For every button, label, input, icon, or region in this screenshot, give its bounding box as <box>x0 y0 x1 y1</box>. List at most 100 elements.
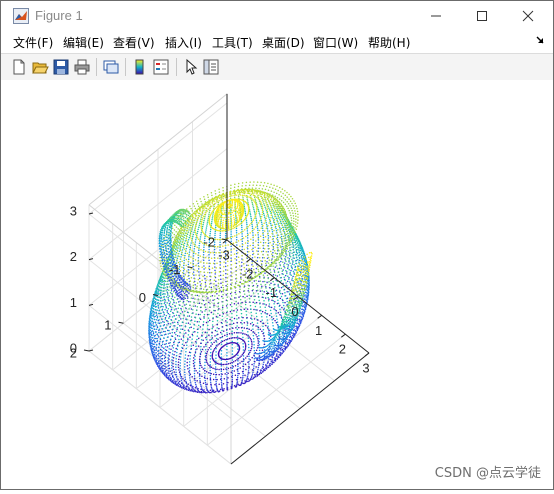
data-point <box>190 383 192 385</box>
menu-edit[interactable]: 编辑(E) <box>63 34 104 51</box>
data-point <box>218 279 220 281</box>
print-icon[interactable] <box>73 58 91 76</box>
data-point <box>250 295 252 297</box>
maximize-button[interactable] <box>459 1 505 31</box>
data-point <box>182 383 184 385</box>
data-point <box>188 261 190 263</box>
data-point <box>216 374 218 376</box>
data-point <box>276 318 278 320</box>
data-point <box>214 348 216 350</box>
link-plot-icon[interactable] <box>102 58 120 76</box>
data-point <box>189 336 191 338</box>
data-point <box>288 244 290 246</box>
data-point <box>189 251 191 253</box>
data-point <box>205 201 207 203</box>
data-point <box>198 321 200 323</box>
legend-icon[interactable] <box>152 58 170 76</box>
title-bar[interactable]: Figure 1 <box>1 1 553 31</box>
data-point <box>264 338 266 340</box>
data-point <box>148 337 150 339</box>
menu-help[interactable]: 帮助(H) <box>368 34 410 51</box>
menu-view[interactable]: 查看(V) <box>113 34 155 51</box>
data-point <box>302 258 304 260</box>
data-point <box>204 373 206 375</box>
data-point <box>203 292 205 294</box>
data-point <box>271 229 273 231</box>
data-point <box>158 291 160 293</box>
data-point <box>259 363 261 365</box>
colorbar-icon[interactable] <box>131 58 149 76</box>
data-point <box>220 379 222 381</box>
data-point <box>162 328 164 330</box>
data-point <box>162 287 164 289</box>
data-point <box>179 335 181 337</box>
data-point <box>197 328 199 330</box>
data-point <box>189 327 191 329</box>
data-point <box>186 248 188 250</box>
data-point <box>256 350 258 352</box>
data-point <box>232 347 234 349</box>
data-point <box>200 292 202 294</box>
data-point <box>210 355 212 357</box>
data-point <box>283 309 285 311</box>
data-point <box>231 376 233 378</box>
data-point <box>198 271 200 273</box>
data-point <box>159 329 161 331</box>
data-point <box>267 326 269 328</box>
data-point <box>152 325 154 327</box>
data-point <box>268 237 270 239</box>
menu-window[interactable]: 窗口(W) <box>313 34 358 51</box>
save-icon[interactable] <box>52 58 70 76</box>
data-point <box>280 348 282 350</box>
data-point <box>179 316 181 318</box>
data-point <box>207 325 209 327</box>
data-point <box>206 227 208 229</box>
data-point <box>148 330 150 332</box>
new-figure-icon[interactable] <box>10 58 28 76</box>
minimize-button[interactable] <box>413 1 459 31</box>
property-inspector-icon[interactable] <box>202 58 220 76</box>
data-point <box>176 384 178 386</box>
data-point <box>178 304 180 306</box>
data-point <box>279 222 281 224</box>
data-point <box>167 287 169 289</box>
data-point <box>263 329 265 331</box>
axes-3d[interactable]: -3-2-10123-2-10120123 <box>1 80 553 489</box>
data-point <box>268 262 270 264</box>
data-point <box>218 374 220 376</box>
data-point <box>245 380 247 382</box>
data-point <box>151 328 153 330</box>
select-arrow-icon[interactable] <box>182 58 200 76</box>
data-point <box>242 365 244 367</box>
data-point <box>257 290 259 292</box>
dock-arrow-icon[interactable] <box>535 35 545 45</box>
close-button[interactable] <box>505 1 551 31</box>
data-point <box>280 349 282 351</box>
data-point <box>289 258 291 260</box>
data-point <box>287 233 289 235</box>
data-point <box>176 355 178 357</box>
data-point <box>202 325 204 327</box>
data-point <box>205 282 207 284</box>
data-point <box>195 387 197 389</box>
data-point <box>158 332 160 334</box>
menu-insert[interactable]: 插入(I) <box>165 34 202 51</box>
data-point <box>248 354 250 356</box>
menu-desktop[interactable]: 桌面(D) <box>262 34 305 51</box>
figure-canvas[interactable]: -3-2-10123-2-10120123 <box>1 80 553 489</box>
data-point <box>290 215 292 217</box>
data-point <box>199 381 201 383</box>
data-point <box>227 377 229 379</box>
data-point <box>242 330 244 332</box>
data-point <box>187 276 189 278</box>
data-point <box>253 363 255 365</box>
data-point <box>183 275 185 277</box>
data-point <box>299 321 301 323</box>
data-point <box>201 303 203 305</box>
data-point <box>211 388 213 390</box>
menu-tools[interactable]: 工具(T) <box>212 34 253 51</box>
data-point <box>235 290 237 292</box>
open-file-icon[interactable] <box>31 58 49 76</box>
data-point <box>285 259 287 261</box>
menu-file[interactable]: 文件(F) <box>13 34 53 51</box>
